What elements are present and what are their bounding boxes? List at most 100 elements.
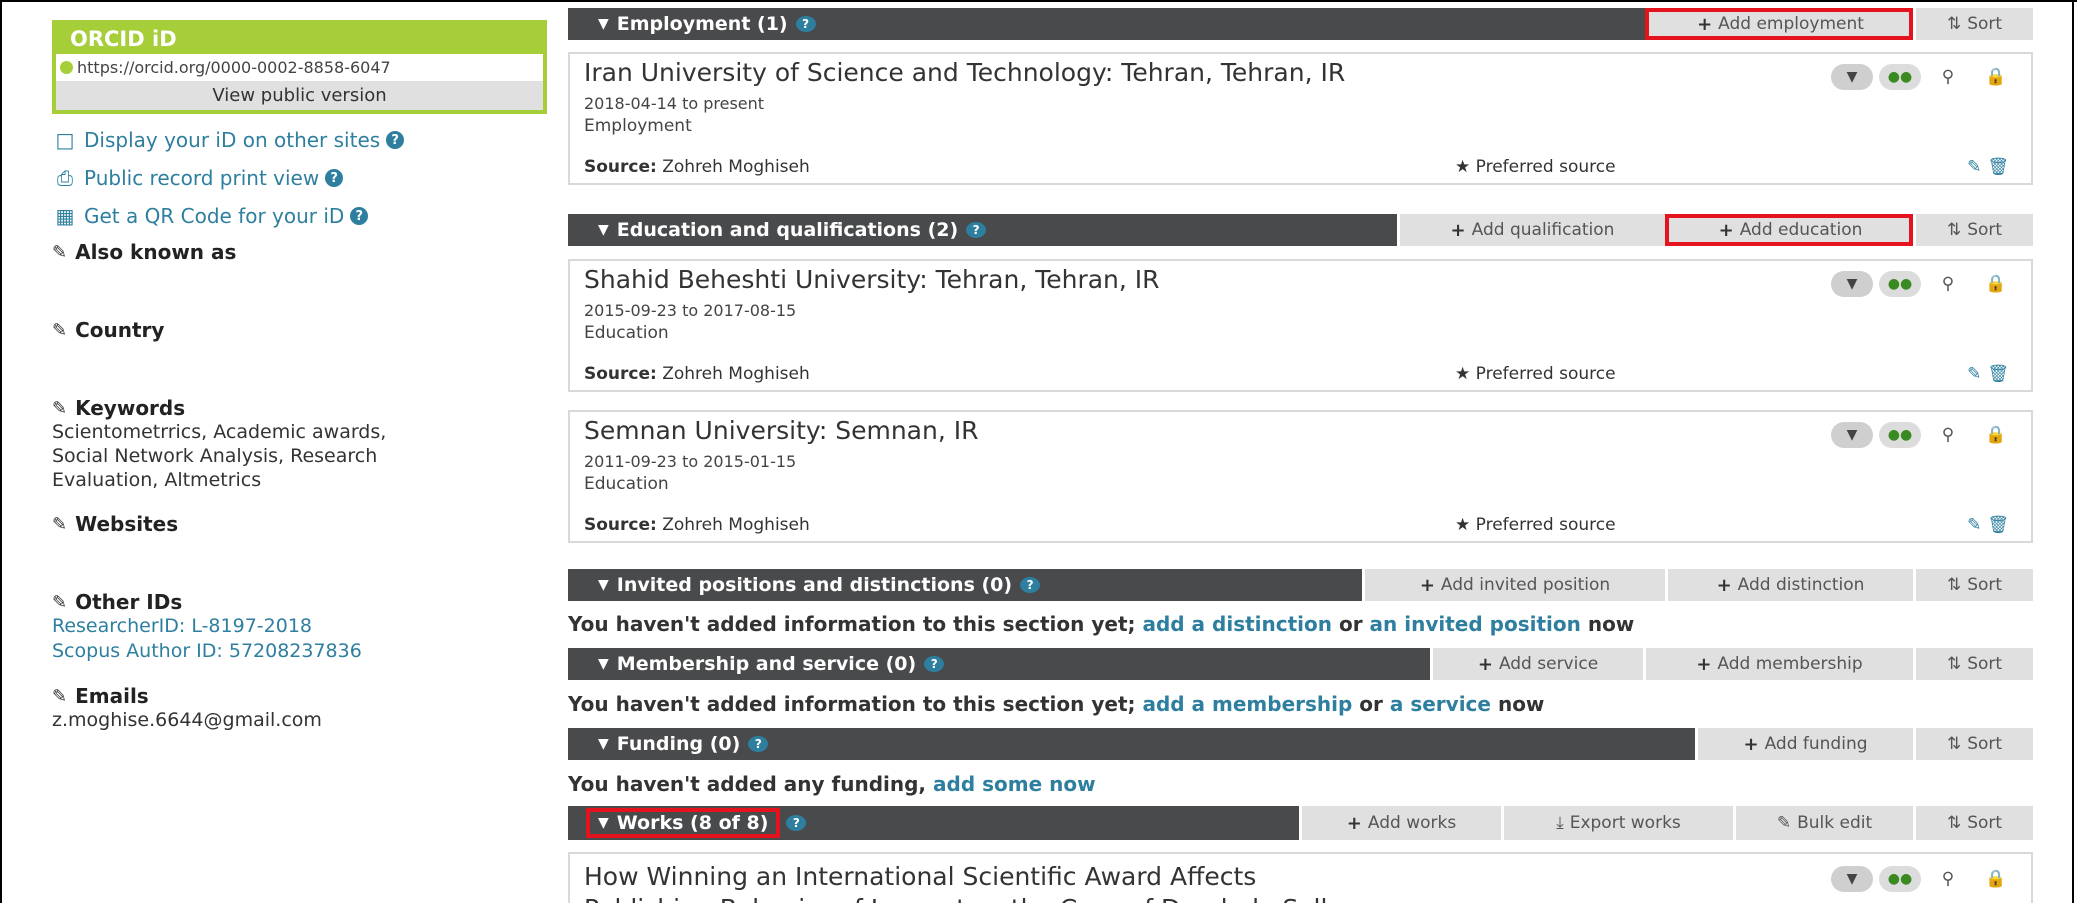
- empty-message-now: now: [1497, 692, 1545, 716]
- lock-icon[interactable]: 🔒: [1975, 422, 2017, 448]
- sort-button[interactable]: ⇅ Sort: [1913, 569, 2033, 601]
- sort-label: Sort: [1967, 734, 2003, 754]
- orcid-url[interactable]: https://orcid.org/0000-0002-8858-6047: [56, 54, 543, 81]
- lock-icon[interactable]: 🔒: [1975, 866, 2017, 892]
- help-icon[interactable]: ?: [325, 169, 344, 187]
- sort-button[interactable]: ⇅ Sort: [1913, 806, 2033, 840]
- sort-button[interactable]: ⇅ Sort: [1913, 214, 2033, 246]
- add-qualification-button[interactable]: + Add qualification: [1397, 214, 1665, 246]
- empty-message-or: or: [1338, 612, 1363, 636]
- sort-button[interactable]: ⇅ Sort: [1913, 728, 2033, 760]
- everyone-visibility-icon[interactable]: ●●: [1879, 64, 1921, 90]
- employment-toggle[interactable]: ▼ Employment (1) ?: [568, 8, 1645, 40]
- funding-toggle[interactable]: ▼ Funding (0) ?: [568, 728, 1695, 760]
- trash-icon[interactable]: 🗑: [1987, 515, 2009, 535]
- pencil-icon[interactable]: ✎: [52, 592, 67, 613]
- pencil-icon[interactable]: ✎: [52, 320, 67, 341]
- help-icon[interactable]: ?: [966, 222, 987, 238]
- privacy-dropdown-icon[interactable]: ▼: [1831, 271, 1873, 297]
- qr-code-link[interactable]: ▦ Get a QR Code for your iD ?: [52, 202, 547, 230]
- privacy-dropdown-icon[interactable]: ▼: [1831, 422, 1873, 448]
- trusted-parties-icon[interactable]: ⚲: [1927, 64, 1969, 90]
- membership-toggle[interactable]: ▼ Membership and service (0) ?: [568, 648, 1430, 680]
- sort-icon: ⇅: [1946, 813, 1962, 833]
- sort-label: Sort: [1967, 220, 2003, 240]
- lock-icon[interactable]: 🔒: [1975, 271, 2017, 297]
- add-education-button[interactable]: + Add education: [1665, 214, 1913, 246]
- privacy-dropdown-icon[interactable]: ▼: [1831, 64, 1873, 90]
- add-funding-link[interactable]: add some now: [933, 772, 1096, 796]
- trash-icon[interactable]: 🗑: [1987, 364, 2009, 384]
- frame-left: [0, 0, 2, 903]
- trusted-parties-icon[interactable]: ⚲: [1927, 866, 1969, 892]
- funding-header: ▼ Funding (0) ? + Add funding ⇅ Sort: [568, 728, 2033, 760]
- everyone-visibility-icon[interactable]: ●●: [1879, 271, 1921, 297]
- print-view-label: Public record print view: [84, 166, 320, 190]
- add-distinction-button[interactable]: + Add distinction: [1665, 569, 1913, 601]
- affiliation-title: Iran University of Science and Technolog…: [584, 58, 1346, 87]
- pencil-icon[interactable]: ✎: [52, 242, 67, 263]
- invited-positions-toggle[interactable]: ▼ Invited positions and distinctions (0)…: [568, 569, 1362, 601]
- scopus-id-link[interactable]: Scopus Author ID: 57208237836: [52, 639, 362, 664]
- bulk-edit-button[interactable]: ✎ Bulk edit: [1733, 806, 1913, 840]
- funding-title: Funding (0): [616, 733, 741, 755]
- plus-icon: +: [1716, 574, 1732, 596]
- privacy-dropdown-icon[interactable]: ▼: [1831, 866, 1873, 892]
- add-invited-position-label: Add invited position: [1440, 575, 1611, 595]
- works-toggle[interactable]: ▼ Works (8 of 8) ?: [568, 806, 1299, 840]
- help-icon[interactable]: ?: [924, 656, 945, 672]
- add-invited-position-button[interactable]: + Add invited position: [1362, 569, 1665, 601]
- lock-icon[interactable]: 🔒: [1975, 64, 2017, 90]
- pencil-icon[interactable]: ✎: [52, 686, 67, 707]
- add-employment-button[interactable]: + Add employment: [1645, 8, 1913, 40]
- help-icon[interactable]: ?: [795, 16, 816, 32]
- trusted-parties-icon[interactable]: ⚲: [1927, 271, 1969, 297]
- works-title: Works (8 of 8): [616, 812, 769, 834]
- researcher-id-link[interactable]: ResearcherID: L-8197-2018: [52, 614, 362, 639]
- education-toggle[interactable]: ▼ Education and qualifications (2) ?: [568, 214, 1397, 246]
- display-id-label: Display your iD on other sites: [84, 128, 381, 152]
- card-actions: ✎ 🗑: [1967, 515, 2009, 535]
- plus-icon: +: [1743, 733, 1759, 755]
- view-public-version-link[interactable]: View public version: [56, 81, 543, 110]
- display-id-link[interactable]: □ Display your iD on other sites ?: [52, 126, 547, 154]
- sort-button[interactable]: ⇅ Sort: [1913, 648, 2033, 680]
- help-icon[interactable]: ?: [350, 207, 369, 225]
- everyone-visibility-icon[interactable]: ●●: [1879, 866, 1921, 892]
- pencil-icon[interactable]: ✎: [1967, 157, 1981, 177]
- add-funding-button[interactable]: + Add funding: [1695, 728, 1913, 760]
- trusted-parties-icon[interactable]: ⚲: [1927, 422, 1969, 448]
- websites-label: Websites: [75, 512, 179, 536]
- help-icon[interactable]: ?: [786, 815, 807, 831]
- affiliation-title: Semnan University: Semnan, IR: [584, 416, 979, 445]
- sort-label: Sort: [1967, 654, 2003, 674]
- country-section: ✎ Country: [52, 318, 164, 342]
- everyone-visibility-icon[interactable]: ●●: [1879, 422, 1921, 448]
- keywords-line: Scientometrrics, Academic awards,: [52, 421, 387, 443]
- sort-button[interactable]: ⇅ Sort: [1913, 8, 2033, 40]
- help-icon[interactable]: ?: [1020, 577, 1041, 593]
- chevron-down-icon: ▼: [598, 577, 609, 593]
- pencil-icon[interactable]: ✎: [52, 398, 67, 419]
- add-membership-button[interactable]: + Add membership: [1643, 648, 1913, 680]
- help-icon[interactable]: ?: [748, 736, 769, 752]
- add-membership-link[interactable]: add a membership: [1142, 692, 1352, 716]
- export-works-button[interactable]: ⤓ Export works: [1501, 806, 1733, 840]
- source-label: Source:: [584, 364, 657, 384]
- pencil-icon[interactable]: ✎: [1967, 515, 1981, 535]
- help-icon[interactable]: ?: [386, 131, 405, 149]
- add-distinction-link[interactable]: add a distinction: [1142, 612, 1332, 636]
- add-service-link[interactable]: a service: [1390, 692, 1491, 716]
- print-view-link[interactable]: ⎙ Public record print view ?: [52, 164, 547, 192]
- printer-icon: ⎙: [57, 166, 73, 190]
- education-header: ▼ Education and qualifications (2) ? + Ad…: [568, 214, 2033, 246]
- membership-title: Membership and service (0): [616, 653, 917, 675]
- education-card: Shahid Beheshti University: Tehran, Tehr…: [568, 259, 2033, 392]
- pencil-icon[interactable]: ✎: [52, 514, 67, 535]
- pencil-icon[interactable]: ✎: [1967, 364, 1981, 384]
- add-funding-label: Add funding: [1764, 734, 1868, 754]
- add-works-button[interactable]: + Add works: [1299, 806, 1501, 840]
- add-service-button[interactable]: + Add service: [1430, 648, 1643, 680]
- trash-icon[interactable]: 🗑: [1987, 157, 2009, 177]
- add-invited-position-link[interactable]: an invited position: [1370, 612, 1581, 636]
